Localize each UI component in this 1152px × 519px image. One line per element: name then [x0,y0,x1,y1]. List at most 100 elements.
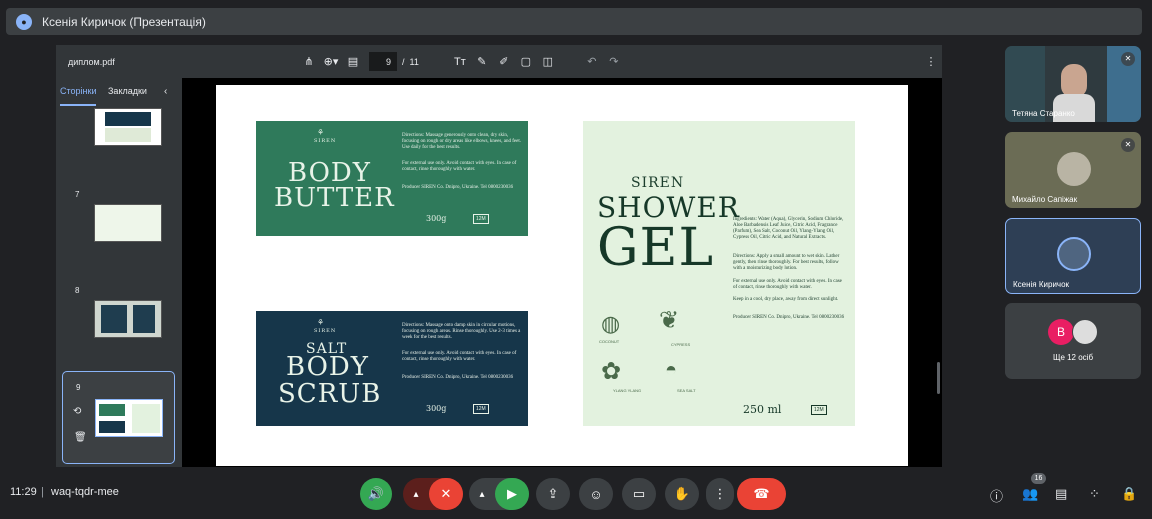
captions-icon: ▭ [632,486,646,501]
captions-button[interactable]: ▭ [622,478,656,510]
draw-icon[interactable]: ✎ [471,55,493,68]
page-number-input[interactable]: 9 [369,52,397,71]
emoji-icon: ☺ [589,486,603,502]
weight-text: 300g [426,404,447,413]
more-menu-icon[interactable]: ⋮ [920,55,942,68]
leave-call-button[interactable]: ☎ [737,478,786,510]
print-icon[interactable]: ▤ [342,55,364,68]
selected-page-thumbnail[interactable]: 9 ⟲ 🗑 [62,371,175,464]
siren-logo-icon: ⚘ [317,128,325,137]
illustration-caption: COCONUT [599,339,620,344]
people-icon[interactable]: 👥 [1022,486,1038,502]
total-pages: 11 [409,56,419,67]
mic-off-icon: ✕ [1121,138,1135,152]
producer-text: Producer SIREN Co. Dnipro, Ukraine. Tel … [402,375,514,380]
volume-text: 250 ml [743,403,782,416]
presentation-title-bar: ● Ксенія Киричок (Презентація) [6,8,1142,35]
collapse-sidebar-icon[interactable]: ‹ [164,86,167,97]
product-title-line2: BUTTER [274,183,395,213]
participant-count-badge: 16 [1031,473,1046,484]
illustration-caption: CYPRESS [671,342,691,347]
shower-gel-label: SIREN SHOWER GEL Ingredients: Water (Aqu… [583,121,855,426]
delete-icon[interactable]: 🗑 [74,432,87,443]
participant-tile-2[interactable]: ✕ Михайло Сапіжак [1005,132,1141,208]
participant-name: Ще 12 осіб [1052,353,1094,362]
camera-control-group: ▴ ▶ [469,478,529,510]
coconut-illustration-icon: ◍ [601,311,621,336]
product-title-line2: BODY [286,352,369,382]
pao-icon: 12M [811,405,827,415]
activities-icon[interactable]: ⁘ [1089,486,1100,502]
participant-tile-1[interactable]: ✕ Тетяна Старанко [1005,46,1141,122]
thumbnail-number: 9 [76,383,81,392]
active-tab-indicator [60,104,96,106]
body-butter-label: ⚘ SIREN BODY BUTTER Directions: Massage … [256,121,528,236]
zoom-icon[interactable]: ⊕▾ [320,55,342,68]
mic-off-icon: ✕ [1121,52,1135,66]
hand-icon: ✋ [673,486,691,501]
producer-text: Producer SIREN Co. Dnipro, Ukraine. Tel … [733,315,845,320]
brand-name: SIREN [631,175,685,191]
more-options-button[interactable]: ⋮ [706,478,734,510]
body-scrub-label: ⚘ SIREN SALT BODY SCRUB Directions: Mass… [256,311,528,426]
storage-text: Keep in a cool, dry place, away from dir… [733,297,839,302]
tab-pages[interactable]: Сторінки [60,86,96,96]
ingredients-text: Ingredients: Water (Aqua), Glycerin, Sod… [733,217,844,240]
audio-button[interactable]: 🔊 [360,478,392,510]
weight-text: 300g [426,214,447,223]
participant-tile-3[interactable]: Ксенія Киричок [1005,218,1141,294]
pdf-page: ⚘ SIREN BODY BUTTER Directions: Massage … [216,85,908,466]
pao-icon: 12M [473,214,489,224]
ylang-ylang-illustration-icon: ✿ [601,358,622,385]
cypress-illustration-icon: ❦ [659,307,680,334]
thumbnail-number: 7 [75,190,80,199]
present-screen-button[interactable]: ⇪ [536,478,570,510]
clock-separator: | [41,486,44,498]
mic-off-button[interactable]: ✕ [429,478,463,510]
camera-options-chevron-icon[interactable]: ▴ [469,489,495,500]
undo-icon[interactable]: ↶ [581,55,603,68]
host-controls-icon[interactable]: 🔒 [1121,486,1137,502]
tab-bookmarks[interactable]: Закладки [108,86,147,96]
chat-icon[interactable]: ▤ [1055,486,1067,502]
reactions-button[interactable]: ☺ [579,478,613,510]
page-thumbnail-6[interactable] [94,108,162,146]
pdf-toolbar: диплом.pdf ⋔ ⊕▾ ▤ 9 / 11 Tт ✎ ✐ ▢ ◫ ↶ ↷ … [56,45,942,78]
participant-name: Тетяна Старанко [1012,109,1075,118]
page-separator: / [402,56,405,67]
warning-text: For external use only. Avoid contact wit… [402,351,517,362]
presenter-avatar: ● [16,13,32,30]
mic-options-chevron-icon[interactable]: ▴ [403,489,429,500]
share-icon[interactable]: ⋔ [298,55,320,68]
rotate-icon[interactable]: ⟲ [73,406,81,417]
pdf-scrollbar[interactable] [937,362,940,394]
highlight-icon[interactable]: ✐ [493,55,515,68]
meeting-info-icon[interactable]: ⓘ [990,486,1003,505]
mic-control-group: ▴ ✕ [403,478,463,510]
camera-button[interactable]: ▶ [495,478,529,510]
page-thumbnail-8[interactable] [94,300,162,338]
end-call-icon: ☎ [753,486,770,501]
brand-name: SIREN [314,328,337,334]
warning-text: For external use only. Avoid contact wit… [733,279,842,290]
meeting-controls-bar [0,470,1152,519]
directions-text: Directions: Massage onto damp skin in ci… [402,323,521,340]
product-title-line3: SCRUB [278,379,382,409]
redo-icon[interactable]: ↷ [603,55,625,68]
speaker-icon: 🔊 [367,486,385,501]
pdf-filename: диплом.pdf [68,56,115,67]
text-tool-icon[interactable]: Tт [449,56,471,68]
image-tool-icon[interactable]: ◫ [537,55,559,68]
pdf-sidebar: Сторінки Закладки ‹ 7 8 9 ⟲ 🗑 [56,78,182,467]
annotate-icon[interactable]: ▢ [515,55,537,68]
pao-icon: 12M [473,404,489,414]
producer-text: Producer SIREN Co. Dnipro, Ukraine. Tel … [402,185,514,190]
raise-hand-button[interactable]: ✋ [665,478,699,510]
directions-text: Directions: Apply a small amount to wet … [733,254,840,271]
directions-text: Directions: Massage generously onto clea… [402,133,521,150]
video-camera-icon: ▶ [507,486,517,501]
meeting-code: waq-tqdr-mee [51,486,119,498]
page-thumbnail-7[interactable] [94,204,162,242]
illustration-caption: YLANG YLANG [613,388,642,393]
more-participants-tile[interactable]: B Ще 12 осіб [1005,303,1141,379]
